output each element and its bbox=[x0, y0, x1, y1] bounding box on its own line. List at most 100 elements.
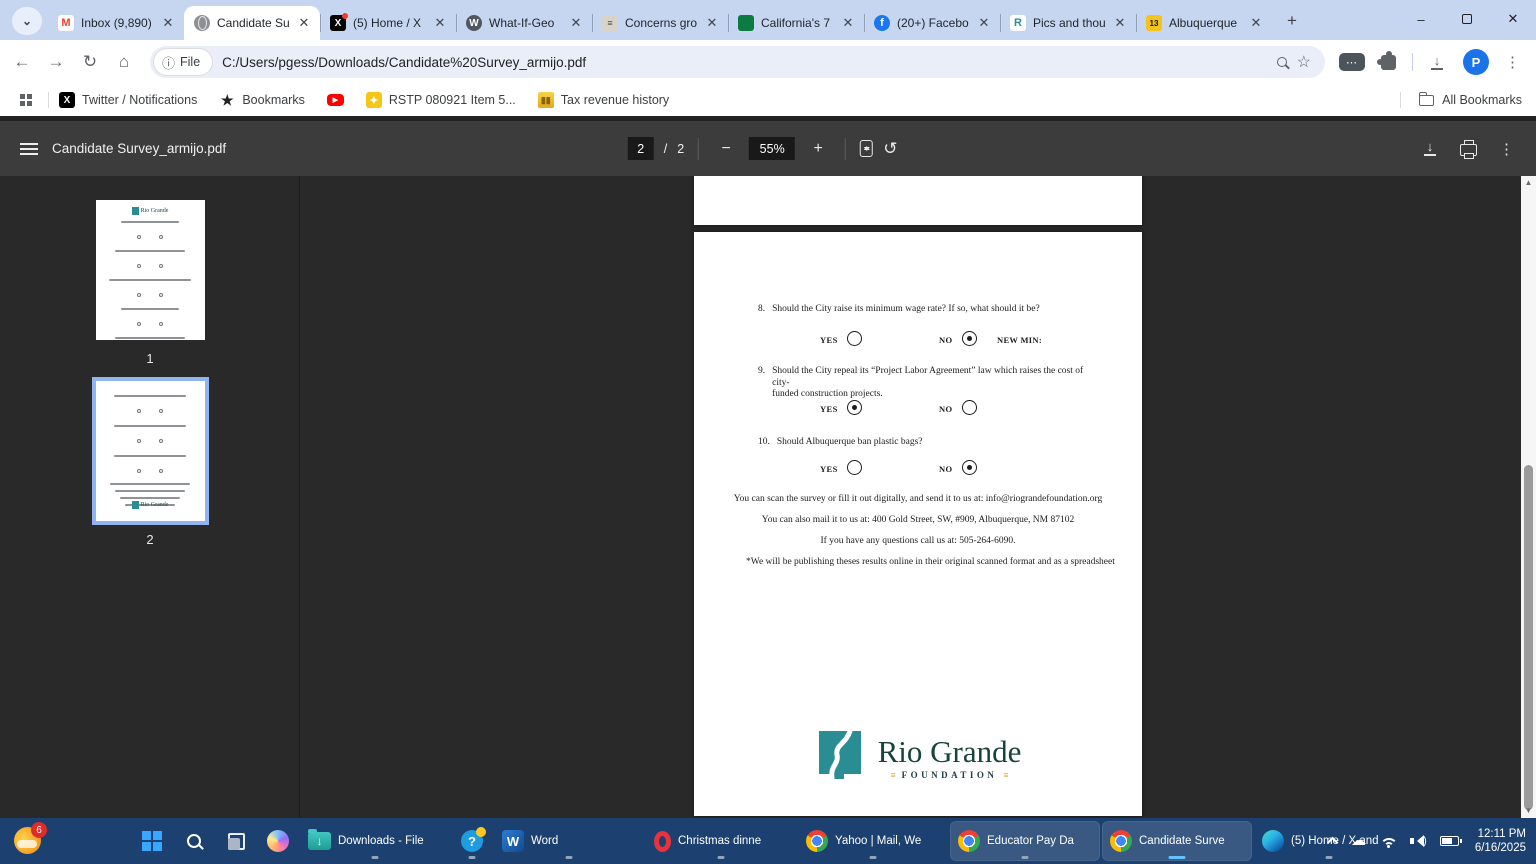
bookmark-star-icon[interactable]: ☆ bbox=[1297, 52, 1311, 72]
back-button[interactable]: ← bbox=[6, 46, 38, 78]
pdf-more-menu-icon[interactable]: ⋮ bbox=[1499, 140, 1514, 158]
taskbar-item-start[interactable] bbox=[132, 821, 172, 861]
scroll-down-icon[interactable]: ▼ bbox=[1521, 804, 1536, 818]
browser-tab[interactable]: Candidate Su✕ bbox=[184, 6, 320, 40]
browser-tab[interactable]: X(5) Home / X✕ bbox=[320, 6, 456, 40]
downloads-icon[interactable]: ↓ bbox=[1429, 55, 1445, 70]
taskbar-item-explorer-downloads-file[interactable]: ↓Downloads - File bbox=[300, 821, 450, 861]
folder-icon bbox=[1419, 95, 1434, 106]
tab-search-chevron-icon[interactable]: ⌄ bbox=[12, 7, 42, 35]
home-button[interactable]: ⌂ bbox=[108, 46, 140, 78]
pdf-menu-icon[interactable] bbox=[20, 143, 38, 155]
browser-tab-strip: ⌄ MInbox (9,890)✕Candidate Su✕X(5) Home … bbox=[0, 0, 1536, 40]
tab-close-icon[interactable]: ✕ bbox=[704, 15, 720, 31]
forward-button[interactable]: → bbox=[40, 46, 72, 78]
taskbar-item-help[interactable]: ? bbox=[452, 821, 492, 861]
profile-avatar[interactable]: P bbox=[1463, 49, 1489, 75]
maximize-button[interactable] bbox=[1444, 0, 1490, 38]
browser-tab[interactable]: f(20+) Facebo✕ bbox=[864, 6, 1000, 40]
bookmark-item[interactable]: XTwitter / Notifications bbox=[59, 92, 197, 108]
bookmark-item[interactable]: ★Bookmarks bbox=[219, 92, 305, 108]
page-thumbnail-2[interactable]: Rio Grande2 bbox=[0, 381, 300, 547]
browser-menu-icon[interactable]: ⋮ bbox=[1505, 53, 1520, 71]
address-bar[interactable]: ⓘ File C:/Users/pgess/Downloads/Candidat… bbox=[150, 46, 1325, 78]
tab-close-icon[interactable]: ✕ bbox=[1248, 15, 1264, 31]
new-tab-button[interactable]: + bbox=[1278, 7, 1306, 35]
volume-icon[interactable]: ) bbox=[1410, 835, 1427, 848]
zoom-out-button[interactable]: − bbox=[713, 136, 739, 162]
tab-close-icon[interactable]: ✕ bbox=[840, 15, 856, 31]
onedrive-cloud-icon[interactable]: ☁ bbox=[1351, 836, 1366, 846]
taskbar-item-label: Educator Pay Da bbox=[987, 835, 1092, 847]
tab-close-icon[interactable]: ✕ bbox=[568, 15, 584, 31]
no-radio[interactable] bbox=[962, 400, 977, 415]
bookmark-item[interactable]: ▶ bbox=[327, 94, 344, 106]
running-indicator bbox=[718, 856, 725, 859]
tab-close-icon[interactable]: ✕ bbox=[976, 15, 992, 31]
logo-subtitle: FOUNDATION bbox=[902, 770, 998, 780]
yes-radio[interactable] bbox=[847, 460, 862, 475]
page-thumbnail-1[interactable]: Rio Grande1 bbox=[0, 200, 300, 366]
maximize-icon bbox=[1462, 14, 1472, 24]
yes-radio[interactable] bbox=[847, 331, 862, 346]
yes-radio[interactable] bbox=[847, 400, 862, 415]
browser-tab[interactable]: 13Albuquerque✕ bbox=[1136, 6, 1272, 40]
clock-time: 12:11 PM bbox=[1475, 827, 1526, 841]
reload-button[interactable]: ↻ bbox=[74, 46, 106, 78]
running-indicator bbox=[372, 856, 379, 859]
thumbnail-preview: Rio Grande bbox=[96, 381, 205, 521]
taskbar-item-chrome-candidate-surve[interactable]: Candidate Surve bbox=[1102, 821, 1252, 861]
minimize-button[interactable]: – bbox=[1398, 0, 1444, 38]
volume-wave: ) bbox=[1423, 835, 1427, 848]
file-scheme-chip[interactable]: ⓘ File bbox=[154, 49, 212, 75]
gmail-favicon: M bbox=[58, 15, 74, 31]
pdf-separator bbox=[698, 138, 699, 160]
page-number-input[interactable]: 2 bbox=[628, 137, 654, 160]
taskbar-item-chrome-yahoo-mail-we[interactable]: Yahoo | Mail, We bbox=[798, 821, 948, 861]
battery-icon[interactable] bbox=[1440, 836, 1459, 846]
no-radio[interactable] bbox=[962, 331, 977, 346]
tab-label: Pics and thou bbox=[1033, 16, 1105, 30]
browser-tab[interactable]: ≡Concerns gro✕ bbox=[592, 6, 728, 40]
pdf-print-button[interactable] bbox=[1460, 144, 1477, 156]
wifi-icon[interactable] bbox=[1379, 835, 1397, 848]
extension-badge-icon[interactable]: ⋯ bbox=[1339, 53, 1365, 71]
weather-widget-icon[interactable]: 6 bbox=[14, 827, 41, 854]
taskbar-item-search[interactable] bbox=[174, 821, 214, 861]
running-indicator bbox=[870, 856, 877, 859]
opera-icon bbox=[654, 831, 671, 852]
browser-tab[interactable]: WWhat-If-Geo✕ bbox=[456, 6, 592, 40]
fit-page-button[interactable] bbox=[860, 140, 873, 157]
extensions-puzzle-icon[interactable] bbox=[1381, 55, 1396, 70]
all-bookmarks-button[interactable]: All Bookmarks bbox=[1390, 92, 1522, 108]
tab-close-icon[interactable]: ✕ bbox=[160, 15, 176, 31]
bookmark-item[interactable]: ▮▮Tax revenue history bbox=[538, 92, 669, 108]
browser-tab[interactable]: California's 7✕ bbox=[728, 6, 864, 40]
zoom-in-button[interactable]: + bbox=[805, 136, 831, 162]
zoom-page-icon[interactable] bbox=[1277, 57, 1287, 67]
tab-close-icon[interactable]: ✕ bbox=[432, 15, 448, 31]
scrollbar[interactable]: ▲ ▼ bbox=[1521, 176, 1536, 818]
tax-bookmark-icon: ▮▮ bbox=[538, 92, 554, 108]
scrollbar-thumb[interactable] bbox=[1524, 465, 1533, 810]
close-window-button[interactable]: ✕ bbox=[1490, 0, 1536, 38]
taskbar-item-word-word[interactable]: WWord bbox=[494, 821, 644, 861]
url-text[interactable]: C:/Users/pgess/Downloads/Candidate%20Sur… bbox=[222, 55, 1266, 70]
taskbar-item-chrome-educator-pay-da[interactable]: Educator Pay Da bbox=[950, 821, 1100, 861]
file-explorer-icon: ↓ bbox=[308, 832, 331, 850]
tab-close-icon[interactable]: ✕ bbox=[296, 15, 312, 31]
zoom-level-input[interactable]: 55% bbox=[749, 137, 795, 160]
tab-close-icon[interactable]: ✕ bbox=[1112, 15, 1128, 31]
scroll-up-icon[interactable]: ▲ bbox=[1521, 176, 1536, 190]
taskbar-item-copilot[interactable] bbox=[258, 821, 298, 861]
no-radio[interactable] bbox=[962, 460, 977, 475]
browser-tab[interactable]: MInbox (9,890)✕ bbox=[48, 6, 184, 40]
taskbar-item-taskview[interactable] bbox=[216, 821, 256, 861]
taskbar-clock[interactable]: 12:11 PM 6/16/2025 bbox=[1475, 827, 1526, 855]
browser-tab[interactable]: RPics and thou✕ bbox=[1000, 6, 1136, 40]
apps-grid-icon[interactable] bbox=[20, 94, 32, 106]
pdf-download-button[interactable]: ↓ bbox=[1422, 141, 1438, 156]
rotate-button[interactable]: ↺ bbox=[883, 139, 897, 159]
bookmark-item[interactable]: ✦RSTP 080921 Item 5... bbox=[366, 92, 516, 108]
taskbar-item-opera-christmas-dinne[interactable]: Christmas dinne bbox=[646, 821, 796, 861]
